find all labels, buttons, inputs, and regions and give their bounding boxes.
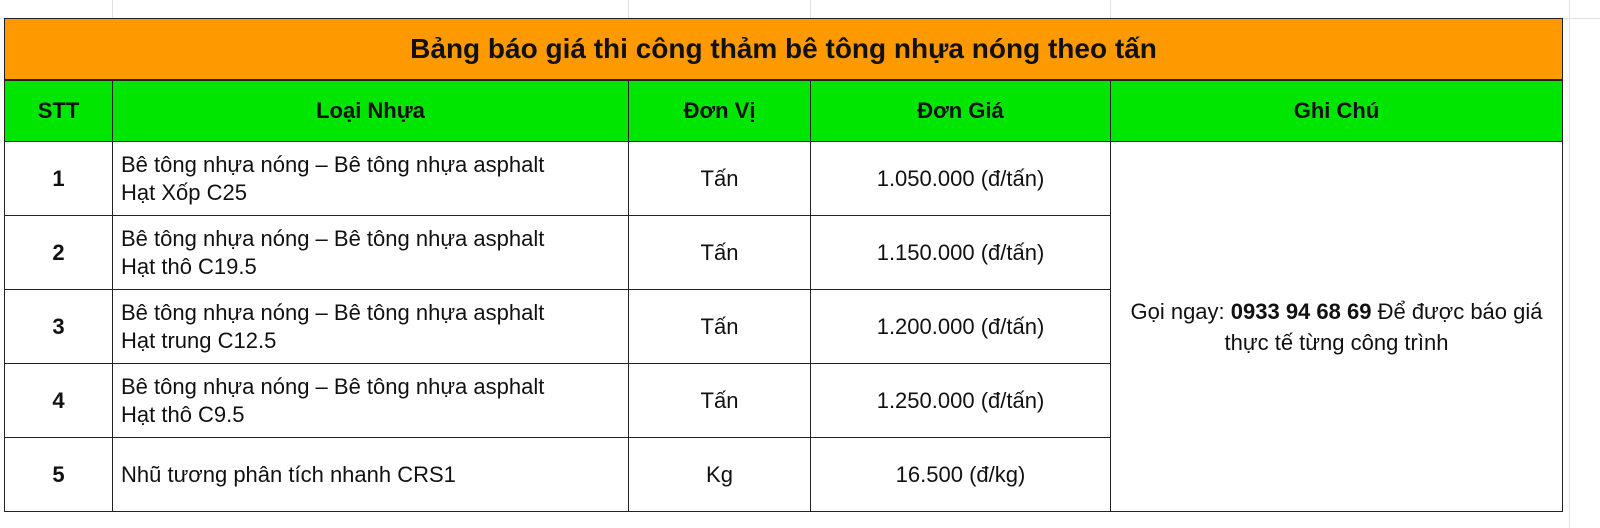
header-type: Loại Nhựa <box>112 79 629 142</box>
sheet-gridline-top <box>0 0 1600 19</box>
sheet-gridline-right <box>1569 0 1600 528</box>
row-type-line1: Bê tông nhựa nóng – Bê tông nhựa asphalt <box>121 225 545 251</box>
row-type-line2: Hạt Xốp C25 <box>121 179 247 205</box>
row-price: 1.200.000 (đ/tấn) <box>810 289 1111 364</box>
row-type-line1: Nhũ tương phân tích nhanh CRS1 <box>121 461 456 487</box>
table-title: Bảng báo giá thi công thảm bê tông nhựa … <box>4 18 1563 81</box>
table-row: 1 Bê tông nhựa nóng – Bê tông nhựa aspha… <box>4 141 1563 512</box>
row-price: 16.500 (đ/kg) <box>810 437 1111 512</box>
row-type: Bê tông nhựa nóng – Bê tông nhựa asphalt… <box>112 289 629 364</box>
price-table: Bảng báo giá thi công thảm bê tông nhựa … <box>4 18 1563 512</box>
row-stt: 4 <box>4 363 113 438</box>
row-type-line2: Hạt trung C12.5 <box>121 327 277 353</box>
row-stt: 3 <box>4 289 113 364</box>
header-note: Ghi Chú <box>1110 79 1563 142</box>
row-unit: Tấn <box>628 363 811 438</box>
note-phone: 0933 94 68 69 <box>1230 298 1372 324</box>
row-type-line1: Bê tông nhựa nóng – Bê tông nhựa asphalt <box>121 373 545 399</box>
row-type-line2: Hạt thô C19.5 <box>121 253 257 279</box>
row-type-line2: Hạt thô C9.5 <box>121 401 245 427</box>
row-type: Nhũ tương phân tích nhanh CRS1 <box>112 437 629 512</box>
header-stt: STT <box>4 79 113 142</box>
row-type: Bê tông nhựa nóng – Bê tông nhựa asphalt… <box>112 363 629 438</box>
title-row: Bảng báo giá thi công thảm bê tông nhựa … <box>4 18 1563 81</box>
row-stt: 1 <box>4 141 113 216</box>
row-type: Bê tông nhựa nóng – Bê tông nhựa asphalt… <box>112 215 629 290</box>
row-type: Bê tông nhựa nóng – Bê tông nhựa asphalt… <box>112 141 629 216</box>
note-cell: Gọi ngay: 0933 94 68 69 Để được báo giá … <box>1110 141 1563 512</box>
row-stt: 2 <box>4 215 113 290</box>
row-price: 1.050.000 (đ/tấn) <box>810 141 1111 216</box>
header-unit: Đơn Vị <box>628 79 811 142</box>
row-unit: Tấn <box>628 289 811 364</box>
row-price: 1.250.000 (đ/tấn) <box>810 363 1111 438</box>
row-type-line1: Bê tông nhựa nóng – Bê tông nhựa asphalt <box>121 151 545 177</box>
header-row: STT Loại Nhựa Đơn Vị Đơn Giá Ghi Chú <box>4 79 1563 142</box>
row-price: 1.150.000 (đ/tấn) <box>810 215 1111 290</box>
row-unit: Tấn <box>628 215 811 290</box>
row-unit: Tấn <box>628 141 811 216</box>
row-type-line1: Bê tông nhựa nóng – Bê tông nhựa asphalt <box>121 299 545 325</box>
note-prefix: Gọi ngay: <box>1130 298 1231 324</box>
row-stt: 5 <box>4 437 113 512</box>
row-unit: Kg <box>628 437 811 512</box>
header-price: Đơn Giá <box>810 79 1111 142</box>
